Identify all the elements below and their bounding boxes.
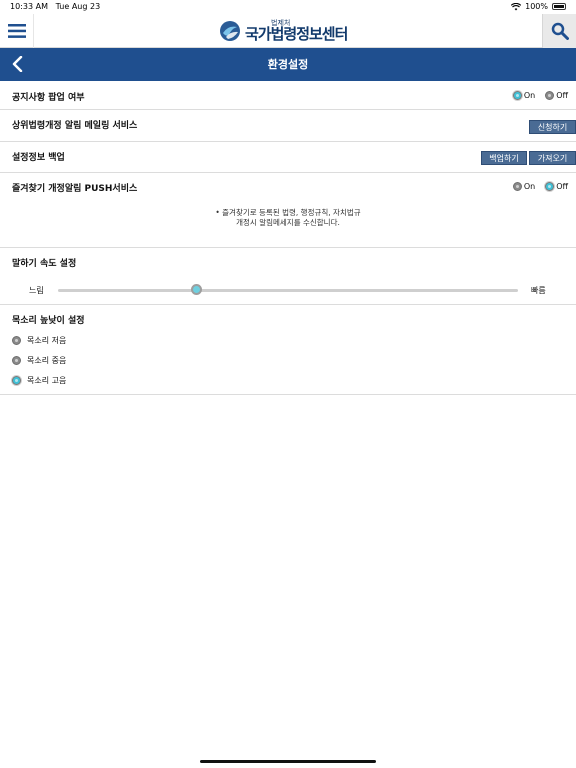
setting-backup: 설정정보 백업 백업하기 가져오기 <box>0 142 576 173</box>
wifi-icon <box>511 2 522 10</box>
home-indicator[interactable] <box>200 760 376 763</box>
favorites-push-off-radio[interactable] <box>545 182 555 191</box>
status-indicators: 100% <box>511 2 566 11</box>
logo: 법제처 국가법령정보센터 <box>219 17 348 45</box>
logo-emblem-icon <box>220 21 240 41</box>
favorites-push-note: • 즐겨찾기로 등록된 법령, 행정규칙, 자치법규 개정시 알림메세지를 수신… <box>0 208 576 228</box>
voice-pitch-option-low[interactable]: 목소리 저음 <box>12 335 66 346</box>
speech-speed-min-label: 느림 <box>29 286 44 295</box>
favorites-push-label: 즐겨찾기 개정알림 PUSH서비스 <box>12 184 138 194</box>
status-time: 10:33 AM Tue Aug 23 <box>10 2 101 11</box>
app-header: 법제처 국가법령정보센터 <box>0 14 576 48</box>
voice-pitch-low-label: 목소리 저음 <box>27 336 67 345</box>
restore-button[interactable]: 가져오기 <box>529 151 576 165</box>
mailing-apply-button[interactable]: 신청하기 <box>529 120 576 134</box>
notice-popup-label: 공지사항 팝업 여부 <box>12 93 85 103</box>
battery-percent: 100% <box>525 2 548 11</box>
battery-icon <box>552 3 566 10</box>
status-bar: 10:33 AM Tue Aug 23 100% <box>0 0 576 14</box>
favorites-push-on-radio[interactable] <box>512 182 522 191</box>
favorites-push-off-option[interactable]: Off <box>545 182 568 191</box>
speech-speed-slider-thumb[interactable] <box>190 284 202 295</box>
favorites-push-on-label: On <box>523 182 536 191</box>
setting-notice-popup: 공지사항 팝업 여부 On Off <box>0 81 576 110</box>
search-button[interactable] <box>542 14 576 48</box>
favorites-push-toggle: On Off <box>512 182 568 191</box>
speech-speed-max-label: 빠름 <box>531 286 546 295</box>
notice-popup-off-option[interactable]: Off <box>545 91 568 100</box>
logo-title: 국가법령정보센터 <box>245 25 348 43</box>
favorites-push-note-line2: 개정시 알림메세지를 수신합니다. <box>236 218 340 227</box>
voice-pitch-high-label: 목소리 고음 <box>27 376 67 385</box>
notice-popup-on-label: On <box>523 91 536 100</box>
setting-speech-speed: 말하기 속도 설정 <box>0 248 576 305</box>
hamburger-icon <box>7 24 26 38</box>
speech-speed-slider[interactable] <box>58 289 518 292</box>
mailing-label: 상위법령개정 알림 메일링 서비스 <box>12 121 138 131</box>
page-title: 환경설정 <box>267 58 309 71</box>
menu-button[interactable] <box>0 14 34 48</box>
notice-popup-off-radio[interactable] <box>545 91 555 100</box>
favorites-push-on-option[interactable]: On <box>512 182 536 191</box>
voice-pitch-high-radio[interactable] <box>12 376 21 385</box>
setting-mailing: 상위법령개정 알림 메일링 서비스 신청하기 <box>0 110 576 142</box>
voice-pitch-low-radio[interactable] <box>12 336 21 345</box>
notice-popup-on-radio[interactable] <box>512 91 522 100</box>
backup-label: 설정정보 백업 <box>12 153 65 163</box>
title-bar: 환경설정 <box>0 48 576 81</box>
voice-pitch-option-mid[interactable]: 목소리 중음 <box>12 355 66 366</box>
voice-pitch-mid-radio[interactable] <box>12 356 21 365</box>
setting-voice-pitch: 목소리 높낮이 설정 <box>0 305 576 395</box>
notice-popup-toggle: On Off <box>512 91 568 100</box>
voice-pitch-label: 목소리 높낮이 설정 <box>12 316 85 326</box>
favorites-push-note-line1: • 즐겨찾기로 등록된 법령, 행정규칙, 자치법규 <box>215 208 361 217</box>
voice-pitch-option-high[interactable]: 목소리 고음 <box>12 375 66 386</box>
voice-pitch-mid-label: 목소리 중음 <box>27 356 67 365</box>
speech-speed-label: 말하기 속도 설정 <box>12 259 77 269</box>
notice-popup-on-option[interactable]: On <box>512 91 536 100</box>
favorites-push-off-label: Off <box>556 182 568 191</box>
backup-button[interactable]: 백업하기 <box>481 151 527 165</box>
notice-popup-off-label: Off <box>556 91 568 100</box>
search-icon <box>551 22 569 40</box>
